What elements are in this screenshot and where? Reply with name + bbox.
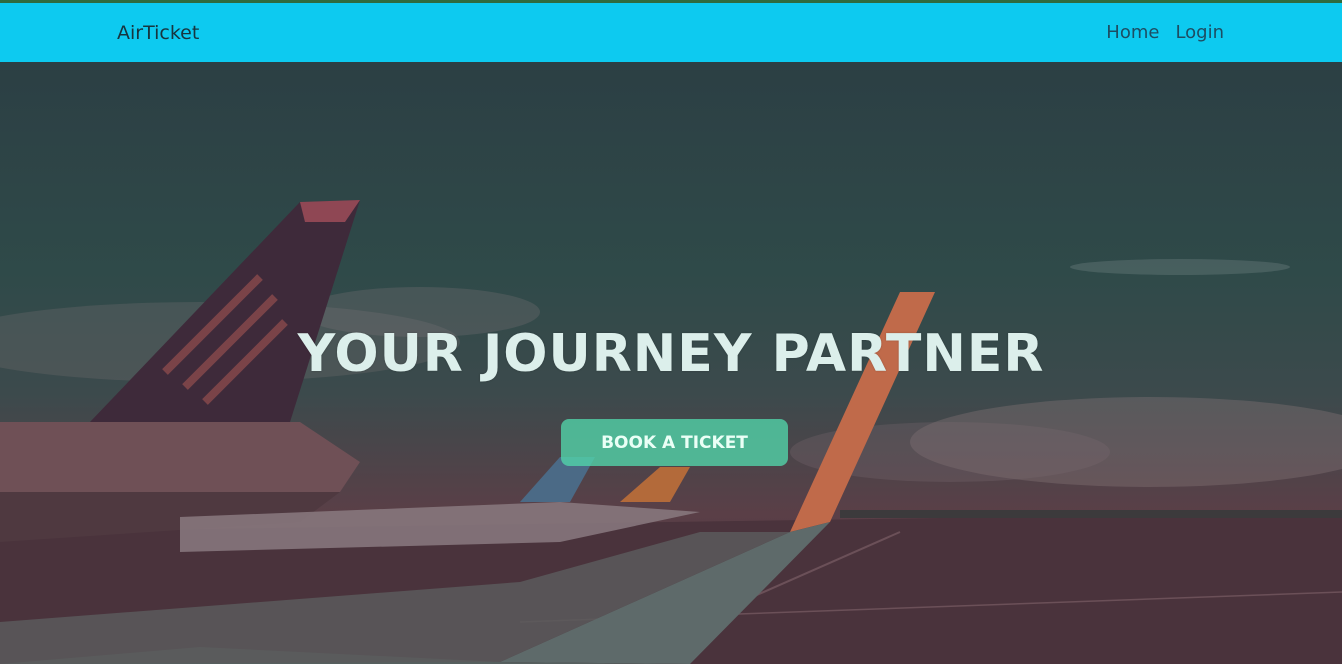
nav-links: Home Login <box>1106 22 1224 43</box>
hero-title: YOUR JOURNEY PARTNER <box>297 324 1045 384</box>
nav-link-home[interactable]: Home <box>1106 22 1159 43</box>
hero-section: YOUR JOURNEY PARTNER BOOK A TICKET <box>0 62 1342 664</box>
nav-link-login[interactable]: Login <box>1175 22 1224 43</box>
navbar: AirTicket Home Login <box>0 3 1342 62</box>
book-ticket-button[interactable]: BOOK A TICKET <box>561 419 788 466</box>
brand-logo-link[interactable]: AirTicket <box>117 22 199 44</box>
